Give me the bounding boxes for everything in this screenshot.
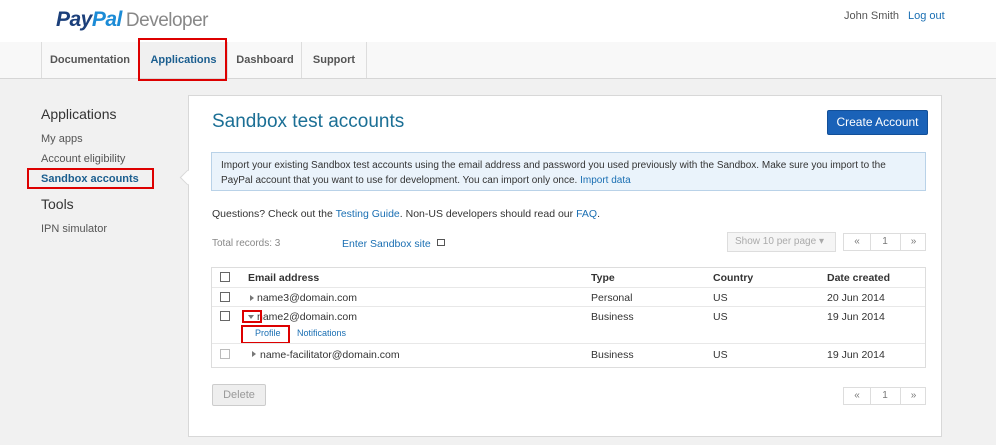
pager-top: « 1 » — [843, 233, 926, 251]
tab-notifications[interactable]: Notifications — [297, 328, 346, 338]
row-checkbox[interactable] — [220, 292, 230, 302]
sidebar-item-account-eligibility[interactable]: Account eligibility — [41, 153, 125, 165]
faq-link[interactable]: FAQ — [576, 208, 597, 220]
row-country: US — [713, 292, 728, 304]
nav-dashboard[interactable]: Dashboard — [227, 42, 302, 78]
header-divider — [212, 287, 925, 288]
pager-page-number[interactable]: 1 — [871, 234, 899, 250]
pager-bottom: « 1 » — [843, 387, 926, 405]
questions-line: Questions? Check out the Testing Guide. … — [212, 208, 600, 220]
row-divider — [212, 343, 925, 344]
header-email[interactable]: Email address — [248, 272, 319, 284]
expand-caret-icon[interactable] — [252, 351, 256, 357]
nav-applications-highlight — [138, 38, 227, 81]
row-checkbox[interactable] — [220, 311, 230, 321]
per-page-select[interactable]: Show 10 per page ▾ — [727, 232, 836, 252]
pager-page-number[interactable]: 1 — [871, 388, 899, 404]
row-country: US — [713, 311, 728, 323]
profile-highlight — [241, 325, 290, 344]
pager-prev-button[interactable]: « — [844, 234, 871, 250]
sidebar-item-my-apps[interactable]: My apps — [41, 133, 83, 145]
row-date: 19 Jun 2014 — [827, 349, 885, 361]
pager-next-button[interactable]: » — [900, 234, 926, 250]
header-country[interactable]: Country — [713, 272, 753, 284]
sidebar-item-ipn-simulator[interactable]: IPN simulator — [41, 223, 107, 235]
header-date-created[interactable]: Date created — [827, 272, 890, 284]
content-panel — [188, 95, 942, 437]
top-header: PayPal Developer John Smith Log out — [0, 0, 996, 43]
delete-button[interactable]: Delete — [212, 384, 266, 406]
row-type: Personal — [591, 292, 633, 304]
nav-support[interactable]: Support — [301, 42, 367, 78]
create-account-button[interactable]: Create Account — [827, 110, 928, 135]
row-email: name2@domain.com — [257, 311, 357, 323]
per-page-value: Show 10 per page — [735, 236, 817, 247]
paypal-developer-logo[interactable]: PayPal Developer — [56, 8, 209, 32]
logo-brand-pay: Pay — [56, 8, 92, 31]
logo-brand-pal: Pal — [91, 8, 123, 31]
row-email: name3@domain.com — [257, 292, 357, 304]
caret-highlight — [242, 310, 262, 323]
sidebar-heading-applications: Applications — [41, 106, 117, 122]
testing-guide-link[interactable]: Testing Guide — [336, 208, 400, 220]
page-title: Sandbox test accounts — [212, 111, 405, 132]
header-type[interactable]: Type — [591, 272, 615, 284]
nav-documentation[interactable]: Documentation — [41, 42, 138, 78]
pager-next-button[interactable]: » — [900, 388, 926, 404]
questions-prefix: Questions? Check out the — [212, 208, 333, 220]
import-info-box: Import your existing Sandbox test accoun… — [211, 152, 926, 191]
sidebar-heading-tools: Tools — [41, 196, 74, 212]
row-divider — [212, 306, 925, 307]
total-records: Total records: 3 — [212, 238, 281, 249]
row-type: Business — [591, 349, 634, 361]
info-text: Import your existing Sandbox test accoun… — [221, 160, 886, 186]
pager-prev-button[interactable]: « — [844, 388, 871, 404]
questions-suffix: . — [597, 208, 600, 220]
expand-caret-icon[interactable] — [250, 295, 254, 301]
chevron-down-icon: ▾ — [818, 236, 824, 247]
logo-suffix: Developer — [125, 10, 209, 31]
sidebar-sandbox-highlight — [27, 168, 154, 189]
row-date: 20 Jun 2014 — [827, 292, 885, 304]
row-email: name-facilitator@domain.com — [260, 349, 400, 361]
import-data-link[interactable]: Import data — [580, 175, 631, 186]
questions-middle: . Non-US developers should read our — [399, 208, 574, 220]
user-name: John Smith — [844, 10, 900, 22]
external-window-icon[interactable] — [437, 239, 445, 246]
row-country: US — [713, 349, 728, 361]
row-type: Business — [591, 311, 634, 323]
enter-sandbox-link[interactable]: Enter Sandbox site — [342, 238, 431, 250]
select-all-checkbox[interactable] — [220, 272, 230, 282]
row-checkbox[interactable] — [220, 349, 230, 359]
logout-link[interactable]: Log out — [908, 10, 945, 22]
row-date: 19 Jun 2014 — [827, 311, 885, 323]
